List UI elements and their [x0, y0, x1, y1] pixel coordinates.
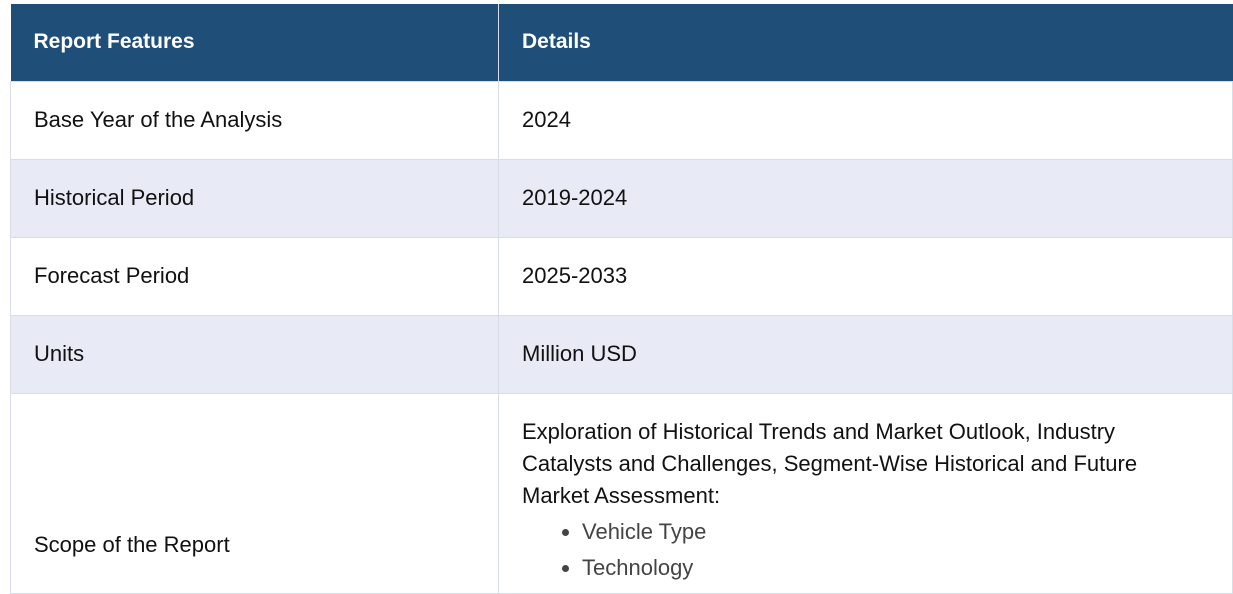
- header-report-features: Report Features: [10, 4, 499, 81]
- detail-cell: 2019-2024: [498, 158, 1233, 238]
- table-row: Units Million USD: [10, 314, 1233, 394]
- table-row: Base Year of the Analysis 2024: [10, 80, 1233, 160]
- detail-cell: Million USD: [498, 314, 1233, 394]
- feature-cell: Forecast Period: [10, 236, 499, 316]
- feature-cell: Base Year of the Analysis: [10, 80, 499, 160]
- detail-cell: 2025-2033: [498, 236, 1233, 316]
- table-row: Forecast Period 2025-2033: [10, 236, 1233, 316]
- feature-cell: Scope of the Report: [10, 392, 499, 594]
- feature-cell: Historical Period: [10, 158, 499, 238]
- detail-cell: 2024: [498, 80, 1233, 160]
- scope-list: Vehicle Type Technology: [522, 514, 1192, 586]
- scope-detail-cell: Exploration of Historical Trends and Mar…: [498, 392, 1233, 594]
- scope-description: Exploration of Historical Trends and Mar…: [522, 418, 1138, 508]
- header-details: Details: [498, 4, 1233, 81]
- report-features-table: Report Features Details Base Year of the…: [10, 4, 1233, 594]
- feature-cell: Units: [10, 314, 499, 394]
- table-row-scope: Scope of the Report Exploration of Histo…: [10, 392, 1233, 594]
- table-header-row: Report Features Details: [10, 4, 1233, 81]
- list-item: Vehicle Type: [582, 514, 1192, 550]
- list-item: Technology: [582, 550, 1192, 586]
- table-row: Historical Period 2019-2024: [10, 158, 1233, 238]
